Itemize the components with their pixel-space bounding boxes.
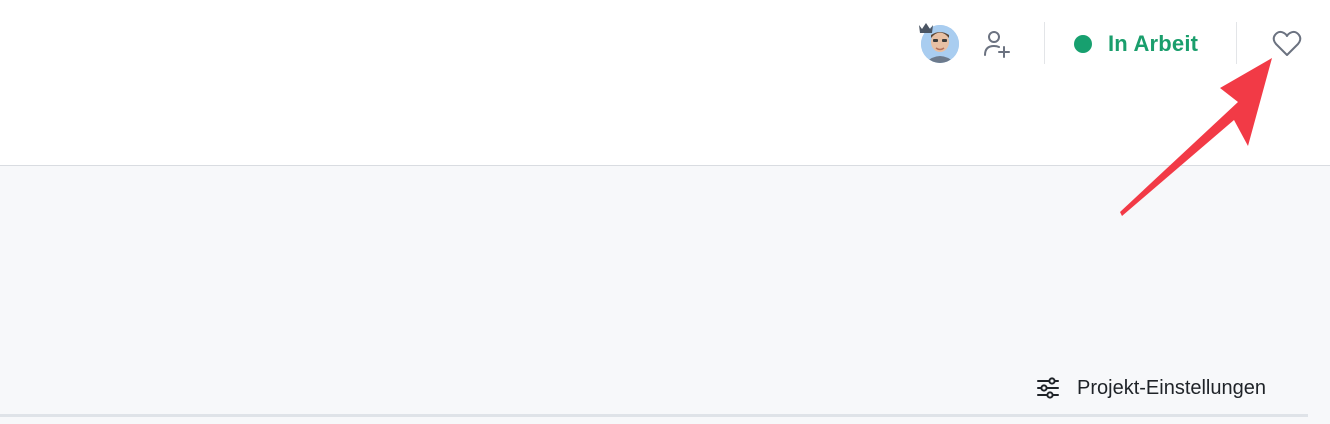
add-member-button[interactable] [980, 28, 1012, 60]
content-divider [0, 414, 1308, 417]
owner-avatar[interactable] [918, 21, 962, 65]
project-settings-button[interactable]: Projekt-Einstellungen [1036, 372, 1266, 404]
status-dot [1074, 35, 1092, 53]
arrow-icon [1110, 50, 1290, 218]
user-plus-icon [980, 31, 1012, 64]
header-divider [1044, 22, 1045, 64]
crown-icon [918, 21, 934, 33]
sliders-icon [1036, 376, 1060, 400]
project-settings-label: Projekt-Einstellungen [1077, 376, 1266, 399]
